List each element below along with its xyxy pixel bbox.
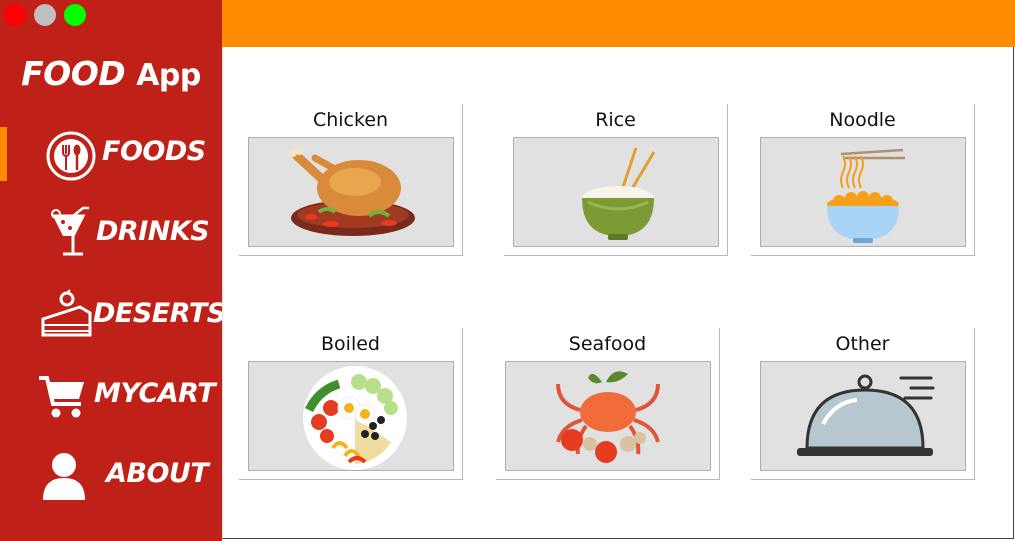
category-button-other[interactable] — [760, 361, 966, 471]
category-card-noodle: Noodle — [751, 104, 975, 256]
category-title-noodle: Noodle — [829, 109, 896, 131]
nav-item-deserts[interactable]: DESERTS — [0, 286, 226, 346]
food-cloche-icon — [797, 374, 935, 456]
nav-item-mycart[interactable]: MYCART — [0, 366, 222, 426]
category-title-seafood: Seafood — [568, 333, 647, 355]
plate-fork-spoon-icon — [46, 131, 96, 181]
cocktail-glass-icon — [51, 206, 89, 256]
category-title-boiled: Boiled — [321, 333, 380, 355]
nav-label-about: ABOUT — [106, 458, 209, 489]
salad-plate-icon — [303, 366, 407, 470]
category-card-chicken: Chicken — [239, 104, 463, 256]
roast-chicken-icon — [289, 147, 415, 236]
category-title-chicken: Chicken — [312, 109, 389, 131]
nav-item-drinks[interactable]: DRINKS — [0, 204, 222, 264]
shopping-cart-icon — [39, 376, 84, 418]
app-title-bold: FOOD — [21, 54, 126, 93]
category-title-other: Other — [835, 333, 890, 355]
nav-item-foods[interactable]: FOODS — [0, 126, 222, 186]
noodle-bowl-icon — [827, 148, 905, 243]
nav-item-about[interactable]: ABOUT — [0, 446, 222, 506]
category-button-chicken[interactable] — [248, 137, 454, 247]
sidebar: FOOD App FOODS DRINKS DESERTS MYCART ABO… — [0, 0, 226, 541]
app-title: FOOD App — [0, 54, 222, 93]
cake-slice-icon — [41, 289, 92, 337]
header-bar — [222, 0, 1015, 47]
category-card-boiled: Boiled — [239, 328, 463, 480]
nav-label-foods: FOODS — [102, 136, 206, 167]
minimize-window-button[interactable] — [34, 4, 56, 26]
category-card-other: Other — [751, 328, 975, 480]
rice-bowl-icon — [582, 147, 656, 240]
category-button-seafood[interactable] — [505, 361, 711, 471]
category-panel: Chicken Rice Noodle Boiled Seafood Other — [222, 47, 1014, 539]
category-button-noodle[interactable] — [760, 137, 966, 247]
crab-seafood-icon — [556, 371, 660, 463]
category-card-rice: Rice — [504, 104, 728, 256]
close-window-button[interactable] — [4, 4, 26, 26]
app-title-rest: App — [136, 58, 201, 93]
nav-label-deserts: DESERTS — [93, 298, 226, 329]
user-icon — [43, 453, 85, 500]
category-button-rice[interactable] — [513, 137, 719, 247]
category-button-boiled[interactable] — [248, 361, 454, 471]
category-title-rice: Rice — [595, 109, 636, 131]
category-card-seafood: Seafood — [496, 328, 720, 480]
nav-label-mycart: MYCART — [94, 378, 216, 409]
maximize-window-button[interactable] — [64, 4, 86, 26]
nav-label-drinks: DRINKS — [96, 216, 210, 247]
